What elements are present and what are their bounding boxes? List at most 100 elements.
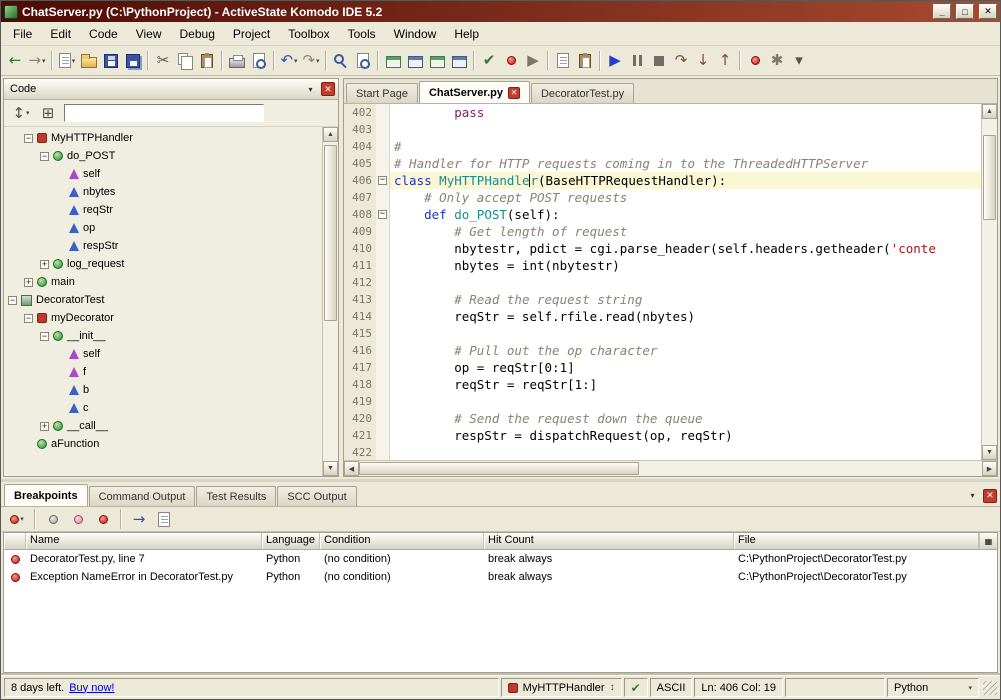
tree-scroll-track[interactable] xyxy=(323,142,338,461)
toolbar-overflow-button[interactable]: ▾ xyxy=(788,49,810,73)
preview-in-browser-button[interactable] xyxy=(382,49,404,73)
go-debug-button[interactable]: ▶ xyxy=(604,49,626,73)
tree-item-log-request[interactable]: +log_request xyxy=(4,255,322,273)
code-text[interactable]: # Pull out the op character xyxy=(390,342,981,359)
menu-help[interactable]: Help xyxy=(445,24,488,44)
cut-button[interactable]: ✂ xyxy=(152,49,174,73)
record-macro-button[interactable] xyxy=(500,49,522,73)
tree-item-init[interactable]: −__init__ xyxy=(4,327,322,345)
code-text[interactable]: class MyHTTPHandler(BaseHTTPRequestHandl… xyxy=(390,172,981,189)
menu-view[interactable]: View xyxy=(127,24,171,44)
output-panel-menu-button[interactable]: ▾ xyxy=(965,488,980,503)
new-tool-button[interactable] xyxy=(552,49,574,73)
step-over-button[interactable]: ↷ xyxy=(670,49,692,73)
collapse-icon[interactable]: − xyxy=(40,332,49,341)
expand-icon[interactable]: + xyxy=(40,260,49,269)
code-text[interactable]: # Send the request down the queue xyxy=(390,410,981,427)
encoding-indicator[interactable]: ASCII xyxy=(650,678,693,697)
tree-item-decoratortest[interactable]: −DecoratorTest xyxy=(4,291,322,309)
editor-hscrollbar[interactable]: ◀ ▶ xyxy=(344,460,997,476)
tree-item-do-post[interactable]: −do_POST xyxy=(4,147,322,165)
minimize-button[interactable]: _ xyxy=(933,4,951,19)
code-text[interactable]: # xyxy=(390,138,981,155)
code-text[interactable]: nbytestr, pdict = cgi.parse_header(self.… xyxy=(390,240,981,257)
stop-button[interactable] xyxy=(648,49,670,73)
code-text[interactable] xyxy=(390,325,981,342)
menu-edit[interactable]: Edit xyxy=(41,24,80,44)
undo-button[interactable]: ↶▾ xyxy=(278,49,300,73)
open-remote-file-button[interactable] xyxy=(448,49,470,73)
code-text[interactable]: nbytes = int(nbytestr) xyxy=(390,257,981,274)
tree-item-b[interactable]: b xyxy=(4,381,322,399)
code-text[interactable]: def do_POST(self): xyxy=(390,206,981,223)
buy-now-link[interactable]: Buy now! xyxy=(69,682,114,694)
tree-item-afunction[interactable]: aFunction xyxy=(4,435,322,453)
code-view[interactable]: 402 pass403404#405# Handler for HTTP req… xyxy=(344,104,981,460)
fold-collapse-icon[interactable]: − xyxy=(378,176,387,185)
code-text[interactable] xyxy=(390,393,981,410)
tab-scc-output[interactable]: SCC Output xyxy=(277,486,356,506)
preferences-button[interactable]: ✱ xyxy=(766,49,788,73)
save-button[interactable] xyxy=(100,49,122,73)
code-text[interactable]: op = reqStr[0:1] xyxy=(390,359,981,376)
expand-icon[interactable]: + xyxy=(24,278,33,287)
toggle-breakpoint-button[interactable] xyxy=(744,49,766,73)
tab-start-page[interactable]: Start Page xyxy=(346,83,418,103)
scope-stepper-icon[interactable]: ↕ xyxy=(610,682,615,693)
fold-marker[interactable]: − xyxy=(376,172,390,189)
code-text[interactable] xyxy=(390,444,981,460)
close-button[interactable]: ✕ xyxy=(979,4,997,19)
check-syntax-button[interactable]: ✔ xyxy=(478,49,500,73)
open-button[interactable] xyxy=(78,49,100,73)
column-header-name[interactable]: Name xyxy=(26,533,262,549)
redo-button[interactable]: ↷▾ xyxy=(300,49,322,73)
tree-item-reqstr[interactable]: reqStr xyxy=(4,201,322,219)
scope-indicator[interactable]: MyHTTPHandler ↕ xyxy=(501,678,622,697)
scroll-down-icon[interactable]: ▼ xyxy=(982,445,997,460)
tree-item-respstr[interactable]: respStr xyxy=(4,237,322,255)
new-file-button[interactable]: ▾ xyxy=(56,49,78,73)
scroll-right-icon[interactable]: ▶ xyxy=(982,461,997,476)
tree-item-main[interactable]: +main xyxy=(4,273,322,291)
tree-item-myhttphandler[interactable]: −MyHTTPHandler xyxy=(4,129,322,147)
tab-close-icon[interactable]: ✕ xyxy=(508,87,520,99)
editor-vscrollbar[interactable]: ▲ ▼ xyxy=(981,104,997,460)
code-text[interactable]: respStr = dispatchRequest(op, reqStr) xyxy=(390,427,981,444)
tree-item-mydecorator[interactable]: −myDecorator xyxy=(4,309,322,327)
menu-toolbox[interactable]: Toolbox xyxy=(279,24,338,44)
column-header-language[interactable]: Language xyxy=(262,533,320,549)
scroll-left-icon[interactable]: ◀ xyxy=(344,461,359,476)
sort-button[interactable]: ↕▾ xyxy=(10,101,32,125)
forward-button[interactable]: →▾ xyxy=(26,49,48,73)
tree-item-self[interactable]: self xyxy=(4,165,322,183)
tree-item-f[interactable]: f xyxy=(4,363,322,381)
step-in-button[interactable]: ↓ xyxy=(692,49,714,73)
syntax-check-status[interactable]: ✔ xyxy=(624,678,648,697)
collapse-icon[interactable]: − xyxy=(40,152,49,161)
panel-close-button[interactable]: ✕ xyxy=(321,82,335,96)
tab-chatserver-py[interactable]: ChatServer.py✕ xyxy=(419,81,530,103)
column-picker-button[interactable]: ▦ xyxy=(979,533,997,549)
tree-item-call[interactable]: +__call__ xyxy=(4,417,322,435)
language-selector[interactable]: Python ▾ xyxy=(887,678,979,697)
panel-menu-button[interactable]: ▾ xyxy=(303,82,318,97)
code-text[interactable]: # Only accept POST requests xyxy=(390,189,981,206)
step-out-button[interactable]: ↑ xyxy=(714,49,736,73)
split-view-button[interactable] xyxy=(426,49,448,73)
delete-breakpoint-button[interactable] xyxy=(42,507,64,531)
collapse-icon[interactable]: − xyxy=(8,296,17,305)
code-text[interactable] xyxy=(390,121,981,138)
enable-breakpoint-button[interactable] xyxy=(92,507,114,531)
print-preview-button[interactable] xyxy=(248,49,270,73)
code-text[interactable]: reqStr = reqStr[1:] xyxy=(390,376,981,393)
resize-grip[interactable] xyxy=(983,681,997,695)
copy-button[interactable] xyxy=(174,49,196,73)
go-to-source-button[interactable]: → xyxy=(128,507,150,531)
fold-collapse-icon[interactable]: − xyxy=(378,210,387,219)
code-text[interactable] xyxy=(390,274,981,291)
tree-item-op[interactable]: op xyxy=(4,219,322,237)
column-header-file[interactable]: File xyxy=(734,533,979,549)
scroll-up-icon[interactable]: ▲ xyxy=(323,127,338,142)
pause-button[interactable] xyxy=(626,49,648,73)
collapse-icon[interactable]: − xyxy=(24,134,33,143)
